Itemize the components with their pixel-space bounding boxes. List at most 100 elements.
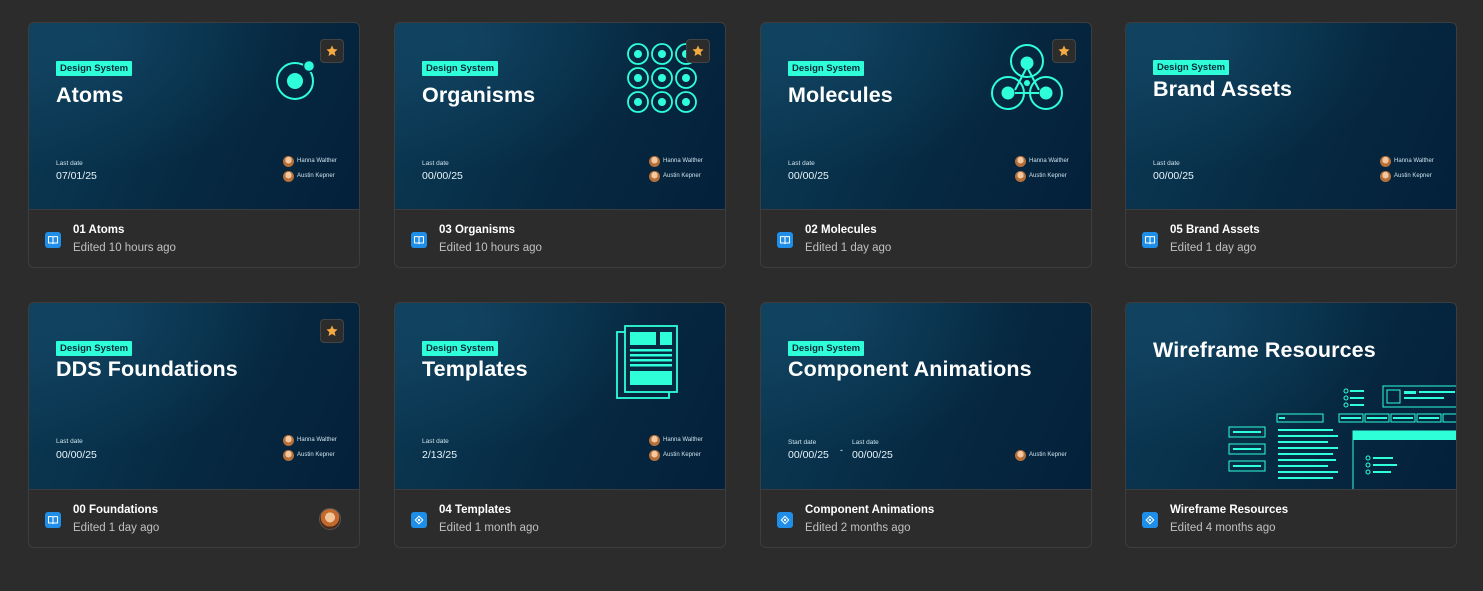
thumbnail-title: Templates: [422, 357, 528, 381]
file-info: 01 Atoms Edited 10 hours ago: [29, 210, 359, 267]
edited-time: Edited 10 hours ago: [439, 242, 542, 254]
avatar: [283, 170, 294, 182]
edited-time: Edited 1 day ago: [805, 242, 892, 254]
file-info: 00 Foundations Edited 1 day ago: [29, 490, 359, 547]
design-system-tag: Design System: [788, 341, 865, 356]
person-row: Austin Kepner: [1380, 170, 1432, 182]
person-name: Austin Kepner: [1394, 173, 1432, 179]
last-date-value: 00/00/25: [852, 449, 893, 461]
avatar: [649, 155, 660, 167]
wireframe-illustration: [1228, 385, 1456, 489]
person-row: Hanna Walther: [1015, 155, 1069, 167]
avatar: [283, 155, 294, 167]
person-row: Hanna Walther: [283, 155, 337, 167]
thumbnail-title: Organisms: [422, 83, 536, 107]
start-date-value: 00/00/25: [788, 449, 829, 461]
person-row: Hanna Walther: [283, 434, 337, 446]
design-system-tag: Design System: [422, 341, 499, 356]
file-card-atoms[interactable]: Design System Atoms Last date 07/01/25 H…: [28, 22, 360, 268]
file-info: Wireframe Resources Edited 4 months ago: [1126, 490, 1456, 547]
book-icon: [45, 512, 61, 528]
file-info: 05 Brand Assets Edited 1 day ago: [1126, 210, 1456, 267]
file-card-brand-assets[interactable]: Design System Brand Assets Last date 00/…: [1125, 22, 1457, 268]
file-info: 04 Templates Edited 1 month ago: [395, 490, 725, 547]
avatar: [1380, 170, 1391, 182]
avatar: [1015, 155, 1026, 167]
edited-time: Edited 4 months ago: [1170, 522, 1276, 534]
last-date-label: Last date: [852, 439, 879, 446]
file-thumbnail: Design System Atoms Last date 07/01/25 H…: [29, 23, 359, 210]
avatar: [649, 170, 660, 182]
design-file-icon: [1142, 512, 1158, 528]
file-card-dds-foundations[interactable]: Design System DDS Foundations Last date …: [28, 302, 360, 548]
person-name: Hanna Walther: [297, 437, 337, 443]
date-separator: -: [840, 445, 843, 455]
file-name: 01 Atoms: [73, 224, 125, 236]
last-date-value: 2/13/25: [422, 449, 458, 461]
file-card-component-animations[interactable]: Design System Component Animations Start…: [760, 302, 1092, 548]
file-name: 00 Foundations: [73, 504, 158, 516]
design-system-tag: Design System: [422, 61, 499, 76]
file-name: 04 Templates: [439, 504, 512, 516]
avatar: [1015, 170, 1026, 182]
file-info: 02 Molecules Edited 1 day ago: [761, 210, 1091, 267]
avatar: [649, 449, 660, 461]
avatar: [283, 449, 294, 461]
avatar: [1380, 155, 1391, 167]
owner-avatar[interactable]: [319, 508, 341, 530]
thumbnail-title: DDS Foundations: [56, 357, 238, 381]
file-thumbnail: Design System Component Animations Start…: [761, 303, 1091, 490]
file-thumbnail: Design System Molecules Last date 00/00/…: [761, 23, 1091, 210]
last-date-value: 00/00/25: [1153, 170, 1194, 182]
star-icon: [326, 45, 338, 56]
person-name: Hanna Walther: [663, 437, 703, 443]
last-date-value: 00/00/25: [422, 170, 463, 182]
edited-time: Edited 2 months ago: [805, 522, 911, 534]
file-card-templates[interactable]: Design System Templates Last date 2/13/2…: [394, 302, 726, 548]
template-pages-icon: [616, 325, 678, 399]
person-name: Hanna Walther: [663, 158, 703, 164]
file-card-molecules[interactable]: Design System Molecules Last date 00/00/…: [760, 22, 1092, 268]
person-row: Austin Kepner: [283, 170, 335, 182]
last-date-value: 07/01/25: [56, 170, 97, 182]
avatar: [1015, 449, 1026, 461]
favorite-star-button[interactable]: [320, 319, 344, 343]
last-date-label: Last date: [56, 438, 83, 445]
edited-time: Edited 1 day ago: [73, 522, 160, 534]
thumbnail-title: Component Animations: [788, 357, 1032, 381]
person-row: Austin Kepner: [1015, 170, 1067, 182]
person-name: Hanna Walther: [1029, 158, 1069, 164]
file-name: Component Animations: [805, 504, 935, 516]
file-thumbnail: Design System DDS Foundations Last date …: [29, 303, 359, 490]
design-system-tag: Design System: [788, 61, 865, 76]
favorite-star-button[interactable]: [686, 39, 710, 63]
file-info: 03 Organisms Edited 10 hours ago: [395, 210, 725, 267]
book-icon: [45, 232, 61, 248]
person-row: Hanna Walther: [649, 434, 703, 446]
design-system-tag: Design System: [1153, 60, 1230, 75]
file-thumbnail: Design System Organisms Last date 00/00/…: [395, 23, 725, 210]
person-name: Hanna Walther: [297, 158, 337, 164]
last-date-label: Last date: [422, 160, 449, 167]
avatar: [283, 434, 294, 446]
favorite-star-button[interactable]: [320, 39, 344, 63]
last-date-label: Last date: [422, 438, 449, 445]
person-row: Austin Kepner: [649, 449, 701, 461]
book-icon: [411, 232, 427, 248]
person-name: Austin Kepner: [663, 452, 701, 458]
file-thumbnail: Design System Brand Assets Last date 00/…: [1126, 23, 1456, 210]
file-card-organisms[interactable]: Design System Organisms Last date 00/00/…: [394, 22, 726, 268]
file-card-wireframe-resources[interactable]: Wireframe Resources Wireframe Resources …: [1125, 302, 1457, 548]
star-icon: [692, 45, 704, 56]
avatar: [649, 434, 660, 446]
last-date-label: Last date: [788, 160, 815, 167]
edited-time: Edited 1 day ago: [1170, 242, 1257, 254]
book-icon: [1142, 232, 1158, 248]
thumbnail-title: Atoms: [56, 83, 124, 107]
person-row: Austin Kepner: [649, 170, 701, 182]
edited-time: Edited 10 hours ago: [73, 242, 176, 254]
favorite-star-button[interactable]: [1052, 39, 1076, 63]
file-name: 03 Organisms: [439, 224, 516, 236]
last-date-value: 00/00/25: [56, 449, 97, 461]
person-row: Austin Kepner: [283, 449, 335, 461]
